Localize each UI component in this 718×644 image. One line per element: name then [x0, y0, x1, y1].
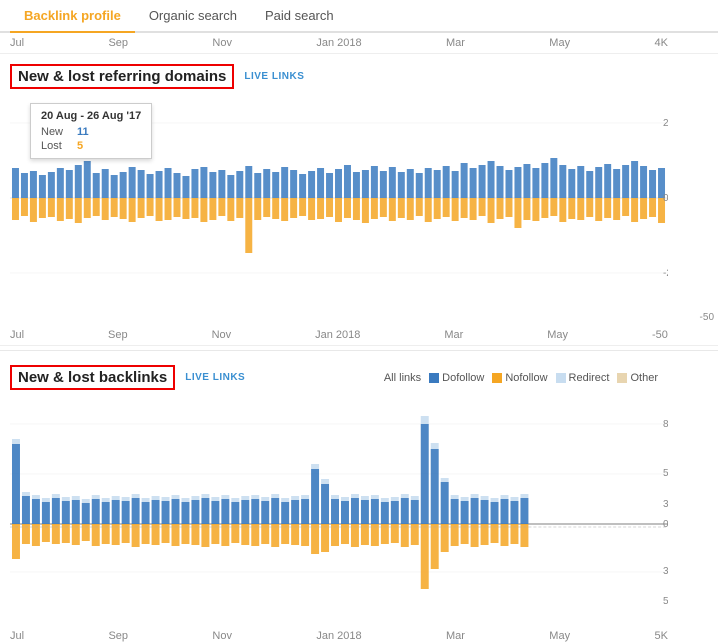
section1-title: New & lost referring domains [10, 64, 234, 89]
tab-bar: Backlink profile Organic search Paid sea… [0, 0, 718, 33]
tooltip-new-value: 11 [77, 126, 89, 138]
svg-text:-25: -25 [663, 268, 668, 279]
svg-text:0: 0 [663, 193, 668, 204]
tooltip-new-label: New [41, 126, 71, 138]
legend-redirect: Redirect [556, 372, 610, 384]
x-label-mar-2: Mar [444, 329, 463, 341]
tab-paid-search[interactable]: Paid search [251, 0, 348, 31]
section-divider [0, 350, 718, 351]
bx-jan: Jan 2018 [316, 630, 361, 642]
tab-organic-search[interactable]: Organic search [135, 0, 251, 31]
section1-header: New & lost referring domains LIVE LINKS [0, 60, 718, 93]
x-label-may: May [549, 37, 570, 49]
nofollow-label: Nofollow [505, 372, 547, 384]
chart-tooltip: 20 Aug - 26 Aug '17 New 11 Lost 5 [30, 103, 152, 159]
legend-other: Other [617, 372, 658, 384]
bottom-x-axis: Jul Sep Nov Jan 2018 Mar May 5K [0, 628, 718, 644]
bx-mar: Mar [446, 630, 465, 642]
section2-live-links[interactable]: LIVE LINKS [185, 372, 245, 383]
tooltip-lost-value: 5 [77, 140, 83, 152]
backlinks-svg: 8K 5K 3K 0 3K 5K [10, 394, 668, 624]
x-label-may-2: May [547, 329, 568, 341]
top-x-axis: Jul Sep Nov Jan 2018 Mar May 4K [0, 33, 718, 54]
other-label: Other [630, 372, 658, 384]
referring-domains-section: New & lost referring domains LIVE LINKS … [0, 54, 718, 323]
backlinks-section: New & lost backlinks LIVE LINKS All link… [0, 355, 718, 624]
section2-header: New & lost backlinks LIVE LINKS All link… [0, 361, 718, 394]
x-label-jan: Jan 2018 [316, 37, 361, 49]
redirect-label: Redirect [569, 372, 610, 384]
tooltip-lost-label: Lost [41, 140, 71, 152]
x-label-sep-2: Sep [108, 329, 128, 341]
nofollow-color [492, 373, 502, 383]
legend-nofollow: Nofollow [492, 372, 547, 384]
x-label-jul: Jul [10, 37, 24, 49]
tooltip-new-row: New 11 [41, 126, 141, 138]
section1-live-links[interactable]: LIVE LINKS [244, 71, 304, 82]
x-label-4k: 4K [654, 37, 667, 49]
other-color [617, 373, 627, 383]
x-label-50: -50 [652, 329, 668, 341]
svg-text:25: 25 [663, 118, 668, 129]
legend-dofollow: Dofollow [429, 372, 484, 384]
bx-jul: Jul [10, 630, 24, 642]
svg-text:5K: 5K [663, 596, 668, 607]
tab-backlink-profile[interactable]: Backlink profile [10, 0, 135, 33]
section2-title: New & lost backlinks [10, 365, 175, 390]
y-label-minus50: -50 [700, 312, 714, 323]
all-links-label: All links [384, 372, 421, 384]
bx-5k: 5K [654, 630, 667, 642]
svg-text:5K: 5K [663, 468, 668, 479]
svg-text:3K: 3K [663, 499, 668, 510]
bx-sep: Sep [108, 630, 128, 642]
x-label-sep: Sep [108, 37, 128, 49]
redirect-color [556, 373, 566, 383]
middle-x-axis: Jul Sep Nov Jan 2018 Mar May -50 [0, 325, 718, 346]
tooltip-lost-row: Lost 5 [41, 140, 141, 152]
x-label-jul-2: Jul [10, 329, 24, 341]
bx-may: May [549, 630, 570, 642]
backlinks-legend: All links Dofollow Nofollow Redirect Oth… [384, 372, 708, 384]
x-label-jan-2: Jan 2018 [315, 329, 360, 341]
x-label-nov-2: Nov [212, 329, 232, 341]
referring-domains-chart: 20 Aug - 26 Aug '17 New 11 Lost 5 // [10, 93, 718, 323]
dofollow-color [429, 373, 439, 383]
svg-text:3K: 3K [663, 566, 668, 577]
dofollow-label: Dofollow [442, 372, 484, 384]
bx-nov: Nov [212, 630, 232, 642]
x-label-mar: Mar [446, 37, 465, 49]
x-label-nov: Nov [212, 37, 232, 49]
backlinks-chart: 8K 5K 3K 0 3K 5K [10, 394, 718, 624]
tooltip-date: 20 Aug - 26 Aug '17 [41, 110, 141, 122]
svg-text:0: 0 [663, 519, 668, 530]
svg-text:8K: 8K [663, 419, 668, 430]
